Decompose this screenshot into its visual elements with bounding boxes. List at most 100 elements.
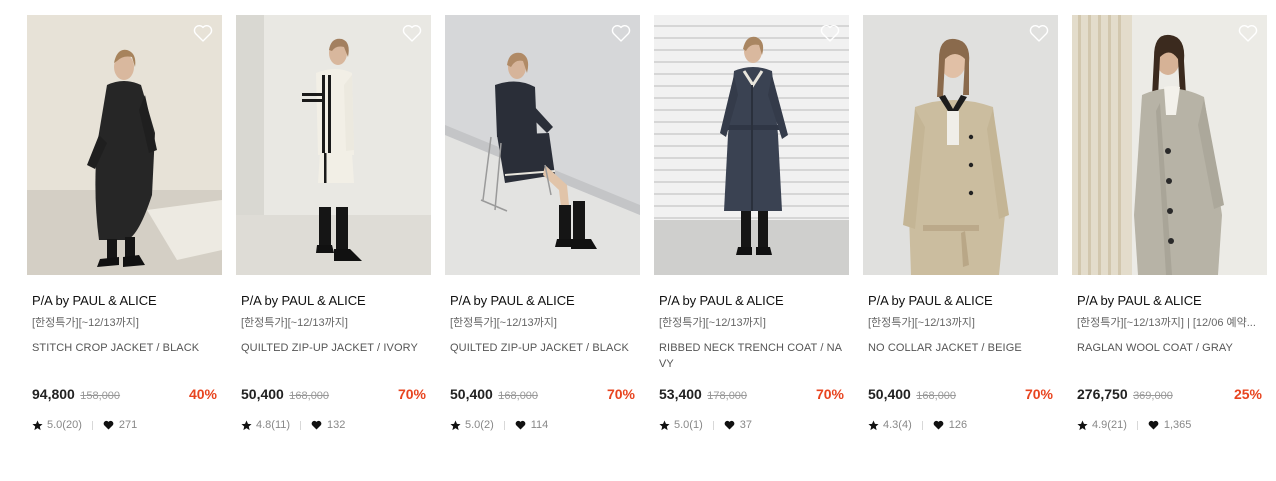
product-image[interactable] (863, 15, 1058, 275)
rating-value: 5.0(20) (47, 419, 82, 431)
price-row: 53,400 178,000 70% (659, 384, 844, 404)
product-card[interactable]: P/A by PAUL & ALICE [한정특가][~12/13까지] QUI… (445, 15, 640, 455)
promo-label: [한정특가][~12/13까지] (32, 317, 139, 329)
heart-outline-icon (611, 25, 631, 42)
rating-value: 4.9(21) (1092, 419, 1127, 431)
product-name[interactable]: RAGLAN WOOL COAT / GRAY (1077, 340, 1262, 372)
discount-rate: 70% (397, 386, 426, 402)
product-name[interactable]: QUILTED ZIP-UP JACKET / BLACK (450, 340, 635, 372)
review-row: 4.3(4) 126 (868, 417, 1053, 433)
like-count: 132 (327, 419, 346, 431)
divider (300, 420, 302, 430)
rating-value: 4.8(11) (256, 419, 291, 431)
rating-value: 4.3(4) (883, 419, 912, 431)
promo-label: [한정특가][~12/13까지] (659, 317, 766, 329)
star-icon (659, 419, 670, 430)
heart-filled-icon (103, 420, 114, 430)
heart-outline-icon (402, 25, 422, 42)
sale-price: 50,400 (868, 386, 911, 402)
wishlist-button[interactable] (1029, 24, 1049, 42)
review-row: 5.0(2) 114 (450, 417, 635, 433)
like-count: 126 (948, 419, 968, 431)
review-row: 5.0(20) 271 (32, 417, 217, 433)
heart-filled-icon (515, 420, 526, 430)
original-price: 369,000 (1133, 390, 1173, 402)
product-name[interactable]: RIBBED NECK TRENCH COAT / NAVY (659, 340, 844, 372)
heart-filled-icon (933, 420, 944, 430)
divider (712, 420, 714, 430)
discount-rate: 25% (1233, 386, 1262, 402)
wishlist-button[interactable] (611, 24, 631, 42)
rating-value: 5.0(2) (465, 419, 494, 431)
heart-outline-icon (820, 25, 840, 42)
heart-outline-icon (193, 25, 213, 42)
sale-price: 94,800 (32, 386, 75, 402)
brand-name[interactable]: P/A by PAUL & ALICE (241, 292, 426, 309)
divider (1136, 420, 1138, 430)
product-card[interactable]: P/A by PAUL & ALICE [한정특가][~12/13까지] RIB… (654, 15, 849, 455)
product-image[interactable] (27, 15, 222, 275)
price-row: 276,750 369,000 25% (1077, 384, 1262, 404)
original-price: 158,000 (80, 390, 121, 402)
sale-price: 276,750 (1077, 386, 1128, 402)
brand-name[interactable]: P/A by PAUL & ALICE (659, 292, 844, 309)
sale-price: 50,400 (241, 386, 284, 402)
discount-rate: 70% (606, 386, 635, 402)
like-count: 114 (530, 419, 549, 431)
wishlist-button[interactable] (402, 24, 422, 42)
discount-rate: 40% (188, 386, 217, 402)
model-photo (654, 15, 849, 275)
promo-label: [한정특가][~12/13까지] (241, 317, 348, 329)
product-name[interactable]: NO COLLAR JACKET / BEIGE (868, 340, 1053, 372)
model-photo (863, 15, 1058, 275)
discount-rate: 70% (815, 386, 844, 402)
heart-outline-icon (1238, 25, 1258, 42)
discount-rate: 70% (1024, 386, 1053, 402)
heart-filled-icon (724, 420, 735, 430)
heart-filled-icon (311, 420, 322, 430)
product-card[interactable]: P/A by PAUL & ALICE [한정특가][~12/13까지] QUI… (236, 15, 431, 455)
product-name[interactable]: QUILTED ZIP-UP JACKET / IVORY (241, 340, 426, 372)
product-grid: P/A by PAUL & ALICE [한정특가][~12/13까지] STI… (0, 0, 1276, 481)
price-row: 50,400 168,000 70% (241, 384, 426, 404)
brand-name[interactable]: P/A by PAUL & ALICE (868, 292, 1053, 309)
original-price: 178,000 (707, 390, 748, 402)
like-count: 1,365 (1163, 419, 1192, 431)
divider (503, 420, 505, 430)
star-icon (32, 419, 43, 430)
original-price: 168,000 (498, 390, 539, 402)
heart-filled-icon (1148, 420, 1159, 430)
sale-price: 53,400 (659, 386, 702, 402)
wishlist-button[interactable] (820, 24, 840, 42)
product-card[interactable]: P/A by PAUL & ALICE [한정특가][~12/13까지] NO … (863, 15, 1058, 455)
product-card[interactable]: P/A by PAUL & ALICE [한정특가][~12/13까지] STI… (27, 15, 222, 455)
model-photo (236, 15, 431, 275)
star-icon (868, 419, 879, 430)
product-image[interactable] (654, 15, 849, 275)
wishlist-button[interactable] (193, 24, 213, 42)
brand-name[interactable]: P/A by PAUL & ALICE (32, 292, 217, 309)
model-photo (1072, 15, 1267, 275)
sale-price: 50,400 (450, 386, 493, 402)
star-icon (450, 419, 461, 430)
divider (921, 420, 923, 430)
product-image[interactable] (1072, 15, 1267, 275)
product-image[interactable] (236, 15, 431, 275)
brand-name[interactable]: P/A by PAUL & ALICE (450, 292, 635, 309)
heart-outline-icon (1029, 25, 1049, 42)
star-icon (241, 419, 252, 430)
divider (91, 420, 93, 430)
wishlist-button[interactable] (1238, 24, 1258, 42)
review-row: 5.0(1) 37 (659, 417, 844, 433)
price-row: 94,800 158,000 40% (32, 384, 217, 404)
rating-value: 5.0(1) (674, 419, 703, 431)
product-card[interactable]: P/A by PAUL & ALICE [한정특가][~12/13까지] | [… (1072, 15, 1267, 455)
review-row: 4.9(21) 1,365 (1077, 417, 1262, 433)
model-photo (445, 15, 640, 275)
brand-name[interactable]: P/A by PAUL & ALICE (1077, 292, 1262, 309)
product-name[interactable]: STITCH CROP JACKET / BLACK (32, 340, 217, 372)
price-row: 50,400 168,000 70% (450, 384, 635, 404)
product-image[interactable] (445, 15, 640, 275)
promo-label: [한정특가][~12/13까지] (450, 317, 557, 329)
like-count: 271 (118, 419, 138, 431)
